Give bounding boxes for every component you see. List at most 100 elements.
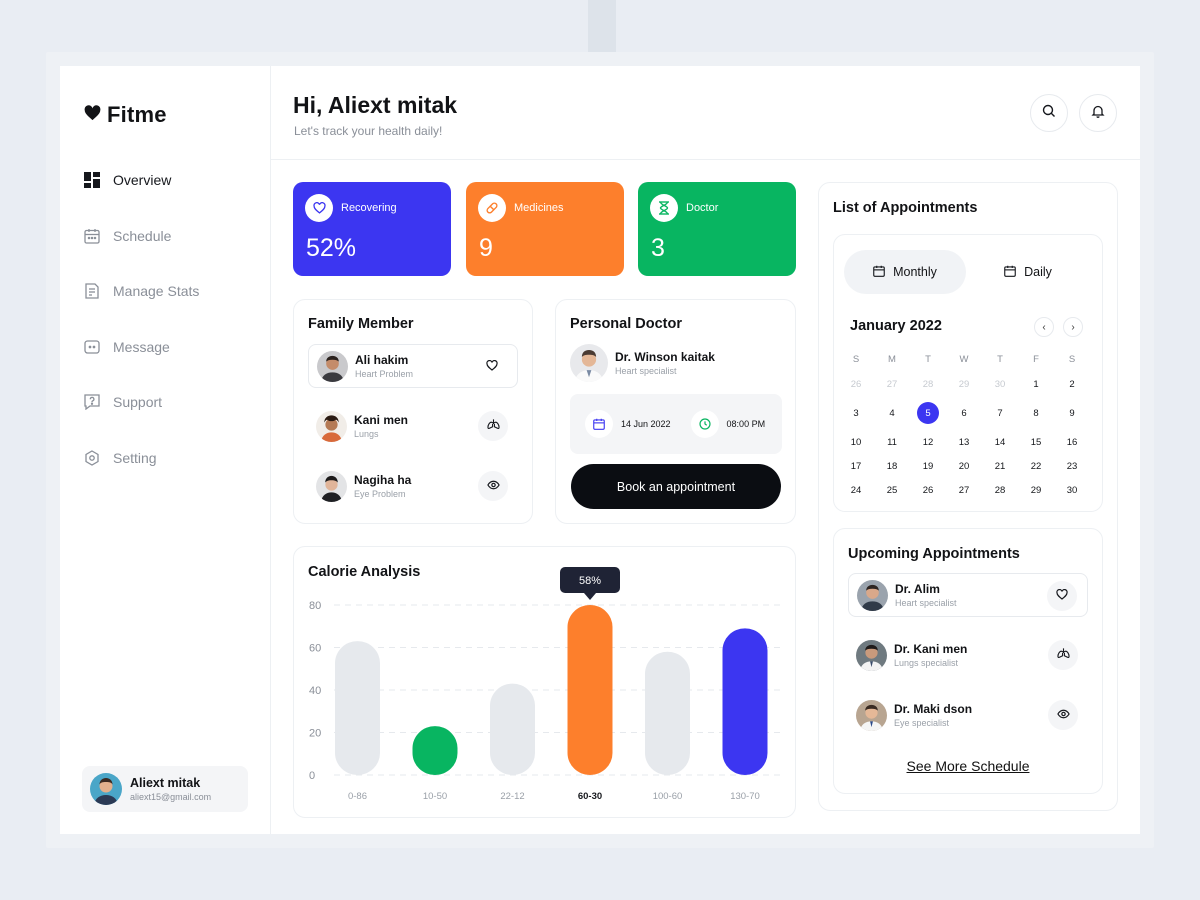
calorie-analysis-panel: Calorie Analysis 0 20 40 60 80 0-86 10-50 22-12… <box>293 546 796 818</box>
calendar-day[interactable]: 26 <box>910 480 946 500</box>
pill-icon <box>478 194 506 222</box>
brand-logo[interactable]: Fitme <box>84 102 167 128</box>
sidebar-item-overview[interactable]: Overview <box>84 170 199 190</box>
calendar-day[interactable]: 14 <box>982 432 1018 452</box>
page-header: Hi, Aliext mitak Let's track your health… <box>271 66 1140 160</box>
calendar-day[interactable]: 1 <box>1018 374 1054 394</box>
tooltip-text: 58% <box>579 575 601 587</box>
list-item[interactable]: Dr. Maki dson Eye specialist <box>848 693 1088 737</box>
avatar <box>317 350 348 382</box>
appointments-panel: List of Appointments Monthly Daily Janua… <box>818 182 1118 811</box>
stat-card-recovering[interactable]: Recovering 52% <box>293 182 451 276</box>
chevron-right-icon: › <box>1071 321 1075 333</box>
calendar-day[interactable]: 7 <box>982 403 1018 423</box>
calendar-day[interactable]: 4 <box>874 403 910 423</box>
eye-button[interactable] <box>1048 700 1078 730</box>
calendar-day[interactable]: 23 <box>1054 456 1090 476</box>
y-tick-label: 40 <box>309 685 321 697</box>
next-month-button[interactable]: › <box>1063 317 1083 337</box>
eye-icon <box>1056 706 1070 724</box>
see-more-schedule-link[interactable]: See More Schedule <box>834 758 1102 774</box>
calendar-day[interactable]: 16 <box>1054 432 1090 452</box>
calendar-day[interactable]: 24 <box>838 480 874 500</box>
date-chip[interactable]: 14 Jun 2022 <box>585 410 671 438</box>
calendar-day[interactable]: 6 <box>946 403 982 423</box>
appointment-time: 08:00 PM <box>726 419 766 429</box>
calendar-day[interactable]: 17 <box>838 456 874 476</box>
list-item[interactable]: Kani men Lungs <box>308 404 518 448</box>
lungs-button[interactable] <box>1048 640 1078 670</box>
stat-card-medicines[interactable]: Medicines 9 <box>466 182 624 276</box>
list-item[interactable]: Nagiha ha Eye Problem <box>308 464 518 508</box>
sidebar-item-setting[interactable]: Setting <box>84 448 199 468</box>
heart-button[interactable] <box>1047 581 1077 611</box>
sidebar-item-message[interactable]: Message <box>84 337 199 357</box>
y-tick-label: 20 <box>309 728 321 740</box>
chart-bar <box>335 641 380 775</box>
sidebar-item-support[interactable]: Support <box>84 392 199 412</box>
grid-icon <box>84 172 100 188</box>
calendar-day[interactable]: 30 <box>1054 480 1090 500</box>
calendar-day[interactable]: 27 <box>874 374 910 394</box>
prev-month-button[interactable]: ‹ <box>1034 317 1054 337</box>
list-item[interactable]: Dr. Alim Heart specialist <box>848 573 1088 617</box>
calendar-day[interactable]: 12 <box>910 432 946 452</box>
search-button[interactable] <box>1030 94 1068 132</box>
stat-label: Medicines <box>514 202 564 214</box>
eye-button[interactable] <box>478 471 508 501</box>
calendar-day[interactable]: 19 <box>910 456 946 476</box>
calendar-day[interactable]: 29 <box>1018 480 1054 500</box>
calendar-day[interactable]: 28 <box>910 374 946 394</box>
calendar-day[interactable]: 29 <box>946 374 982 394</box>
calendar-day[interactable]: 21 <box>982 456 1018 476</box>
calorie-chart: 0 20 40 60 80 0-86 10-50 22-12 60-30 100-60 130-70… <box>309 567 784 802</box>
stat-card-doctor[interactable]: Doctor 3 <box>638 182 796 276</box>
app-window: Fitme Overview Schedule Manage Stats Mes… <box>60 66 1140 834</box>
clock-icon <box>690 410 719 438</box>
calendar-day[interactable]: 10 <box>838 432 874 452</box>
tab-monthly[interactable]: Monthly <box>844 250 966 294</box>
calendar-day[interactable]: 3 <box>838 403 874 423</box>
calendar-icon <box>585 410 613 438</box>
calendar-day[interactable]: 22 <box>1018 456 1054 476</box>
calendar-day[interactable]: 2 <box>1054 374 1090 394</box>
tab-daily[interactable]: Daily <box>967 250 1089 294</box>
chart-bar <box>567 605 613 775</box>
calendar-day[interactable]: 11 <box>874 432 910 452</box>
doctor-profile[interactable]: Dr. Winson kaitak Heart specialist <box>570 344 715 382</box>
lungs-button[interactable] <box>478 411 508 441</box>
user-name: Aliext mitak <box>130 776 201 790</box>
calendar-day[interactable]: 30 <box>982 374 1018 394</box>
list-item[interactable]: Dr. Kani men Lungs specialist <box>848 633 1088 677</box>
sidebar-item-label: Setting <box>113 449 157 466</box>
calendar-day[interactable]: 15 <box>1018 432 1054 452</box>
user-profile-card[interactable]: Aliext mitak aliext15@gmail.com <box>82 766 248 812</box>
heart-button[interactable] <box>477 352 507 382</box>
sidebar-item-schedule[interactable]: Schedule <box>84 226 199 246</box>
brand-name: Fitme <box>107 102 167 127</box>
calendar-day[interactable]: 25 <box>874 480 910 500</box>
calendar-day[interactable]: 8 <box>1018 403 1054 423</box>
book-appointment-button[interactable]: Book an appointment <box>571 464 781 509</box>
doctor-specialty: Heart specialist <box>615 366 677 376</box>
y-tick-label: 80 <box>309 600 321 612</box>
calendar-day[interactable]: 13 <box>946 432 982 452</box>
calendar-day[interactable]: 28 <box>982 480 1018 500</box>
time-chip[interactable]: 08:00 PM <box>690 410 766 438</box>
calendar-day[interactable]: 26 <box>838 374 874 394</box>
notifications-button[interactable] <box>1079 94 1117 132</box>
doctor-specialty: Lungs specialist <box>894 658 959 668</box>
chevron-left-icon: ‹ <box>1042 321 1046 333</box>
heart-icon <box>305 194 333 222</box>
calendar-day[interactable]: 27 <box>946 480 982 500</box>
list-item[interactable]: Ali hakim Heart Problem <box>308 344 518 388</box>
sidebar-nav: Overview Schedule Manage Stats Message S… <box>84 170 199 503</box>
stat-label: Doctor <box>686 202 719 214</box>
calendar-day-selected[interactable]: 5 <box>910 402 946 424</box>
calendar-day[interactable]: 20 <box>946 456 982 476</box>
member-name: Ali hakim <box>355 353 409 367</box>
calendar-day[interactable]: 9 <box>1054 403 1090 423</box>
calendar-day[interactable]: 18 <box>874 456 910 476</box>
sidebar-item-manage-stats[interactable]: Manage Stats <box>84 281 199 301</box>
appointment-date: 14 Jun 2022 <box>621 419 671 429</box>
